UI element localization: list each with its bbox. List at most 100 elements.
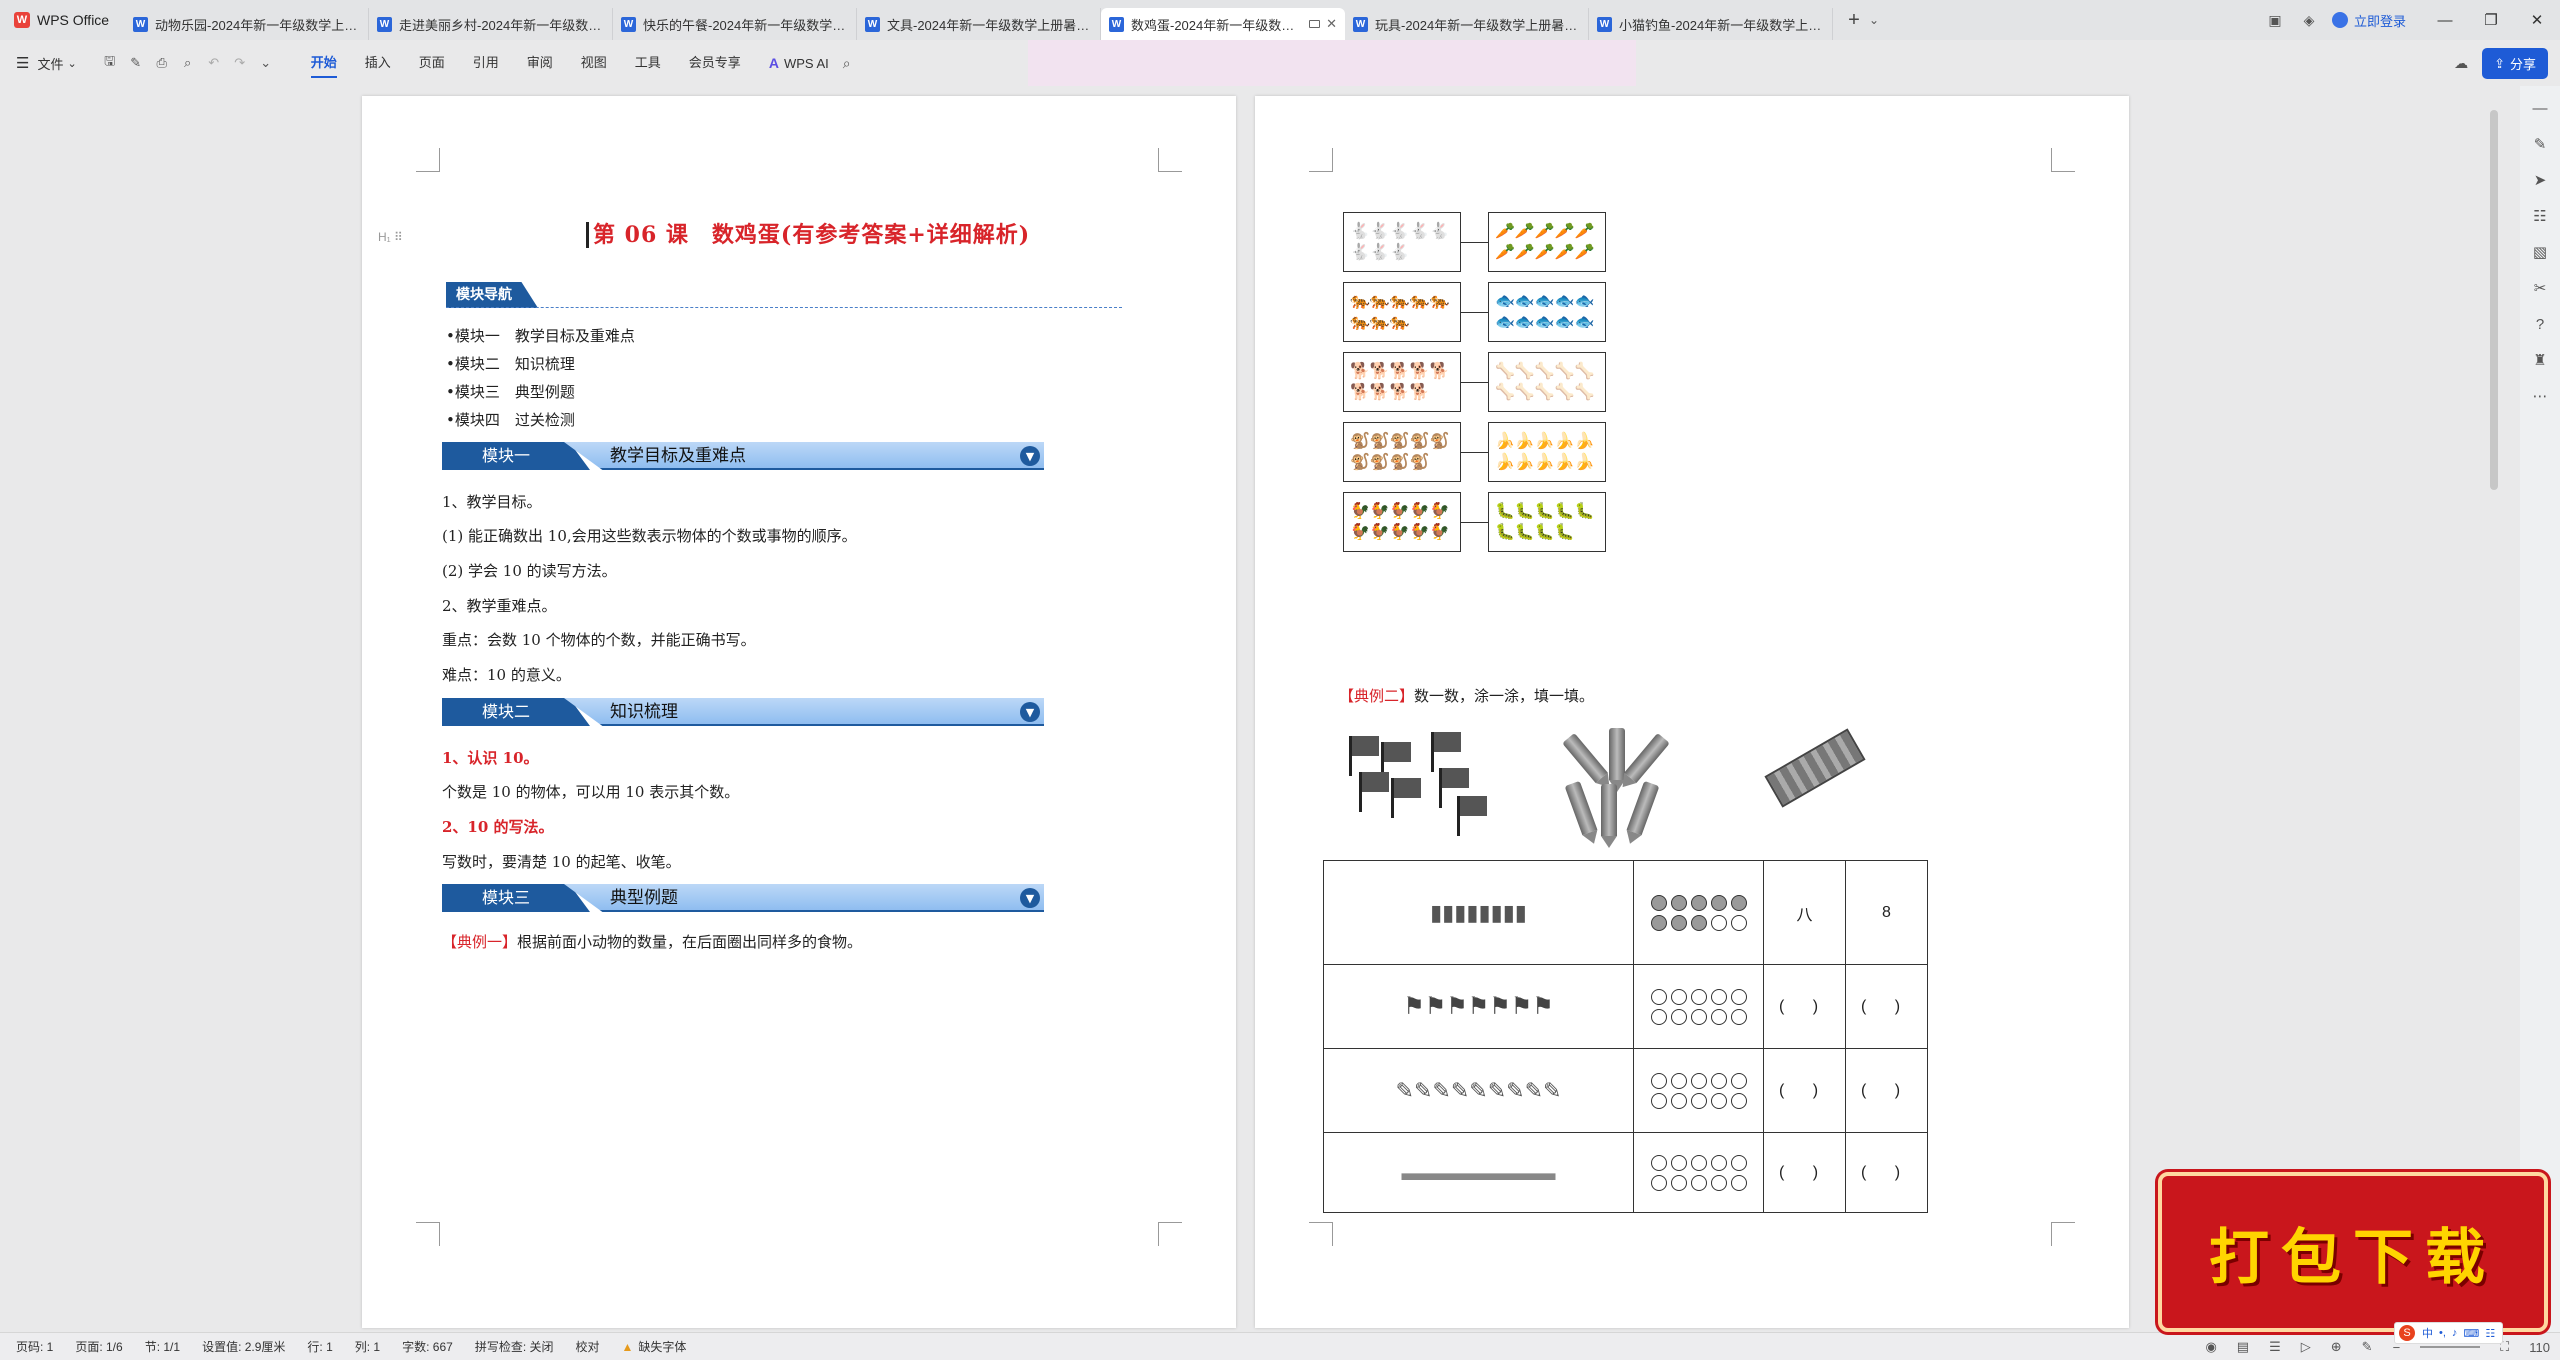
- document-area[interactable]: H₁ ⠿ 第 06 课 数鸡蛋(有参考答案+详细解析) 模块导航 •模块一 教学…: [0, 86, 2484, 1332]
- close-window-icon[interactable]: ✕: [2514, 0, 2560, 40]
- tab-home[interactable]: 开始: [297, 48, 351, 78]
- play-icon[interactable]: ▷: [2301, 1339, 2311, 1355]
- status-setting[interactable]: 设置值: 2.9厘米: [202, 1338, 285, 1355]
- tab-member[interactable]: 会员专享: [675, 48, 755, 78]
- more-icon[interactable]: ⋯: [2527, 378, 2553, 414]
- m1-line: 1、教学目标。: [442, 493, 542, 511]
- status-missing-font[interactable]: 缺失字体: [638, 1338, 686, 1355]
- answer-blank[interactable]: ( ): [1763, 1132, 1846, 1213]
- ime-punct-icon[interactable]: •,: [2439, 1327, 2446, 1339]
- answer-blank[interactable]: ( ): [1763, 964, 1846, 1049]
- status-section[interactable]: 节: 1/1: [145, 1338, 180, 1355]
- help-icon[interactable]: ?: [2527, 306, 2553, 342]
- sliders-icon[interactable]: ☷: [2527, 198, 2553, 234]
- connector: [1461, 242, 1488, 243]
- window-layout-icon[interactable]: ▣: [2262, 7, 2288, 33]
- doc-tab[interactable]: W 玩具-2024年新一年级数学上册暑假自: [1345, 8, 1589, 40]
- dots-cell[interactable]: [1633, 1132, 1764, 1213]
- restore-icon[interactable]: ❐: [2468, 0, 2514, 40]
- monitor-icon[interactable]: [1309, 20, 1321, 28]
- doc-tab-active[interactable]: W 数鸡蛋-2024年新一年级数学上 ✕: [1101, 8, 1345, 40]
- ribbon-tabs: 开始 插入 页面 引用 审阅 视图 工具 会员专享: [297, 48, 755, 78]
- zoom-level[interactable]: 110: [2529, 1340, 2550, 1355]
- pen-mode-icon[interactable]: ✎: [2362, 1339, 2373, 1355]
- tab-references[interactable]: 引用: [459, 48, 513, 78]
- answer-blank[interactable]: ( ): [1845, 964, 1928, 1049]
- tab-tools[interactable]: 工具: [621, 48, 675, 78]
- print-icon[interactable]: ⎙: [150, 55, 174, 71]
- status-page[interactable]: 页面: 1/6: [75, 1338, 122, 1355]
- module-tag: 模块一: [442, 442, 590, 470]
- status-col[interactable]: 列: 1: [355, 1338, 380, 1355]
- table-row: ⚑⚑⚑⚑⚑⚑⚑ ( ) ( ): [1323, 964, 1928, 1049]
- file-menu[interactable]: ☰ 文件 ⌄: [0, 54, 77, 73]
- tab-list-chevron-icon[interactable]: ⌄: [1869, 13, 1879, 27]
- status-row[interactable]: 行: 1: [307, 1338, 332, 1355]
- food-box[interactable]: 🦴🦴🦴🦴🦴🦴🦴🦴🦴🦴: [1488, 352, 1606, 412]
- download-promo-banner[interactable]: 打包下载: [2158, 1172, 2548, 1332]
- search-icon[interactable]: ⌕: [843, 55, 851, 72]
- vertical-scrollbar[interactable]: [2490, 110, 2498, 490]
- page-view-icon[interactable]: ▤: [2237, 1339, 2249, 1355]
- edit-icon[interactable]: ✎: [124, 55, 148, 71]
- collapse-dash-icon[interactable]: —: [2527, 90, 2553, 126]
- status-page-num[interactable]: 页码: 1: [16, 1338, 53, 1355]
- food-box[interactable]: 🥕🥕🥕🥕🥕🥕🥕🥕🥕🥕: [1488, 212, 1606, 272]
- answer-blank[interactable]: ( ): [1763, 1048, 1846, 1133]
- dots-cell[interactable]: [1633, 1048, 1764, 1133]
- ime-lang[interactable]: 中: [2422, 1325, 2433, 1341]
- doc-tab[interactable]: W 小猫钓鱼-2024年新一年级数学上册暑: [1589, 8, 1833, 40]
- status-words[interactable]: 字数: 667: [402, 1338, 453, 1355]
- status-proof[interactable]: 校对: [575, 1338, 599, 1355]
- print-preview-icon[interactable]: ⌕: [176, 55, 200, 71]
- doc-tab[interactable]: W 走进美丽乡村-2024年新一年级数学上: [369, 8, 613, 40]
- dots-cell[interactable]: [1633, 860, 1764, 965]
- wps-ai-button[interactable]: A WPS AI: [769, 55, 829, 71]
- shirt-icon[interactable]: ♜: [2527, 342, 2553, 378]
- login-button[interactable]: 立即登录: [2331, 11, 2406, 30]
- pen-icon[interactable]: ✎: [2527, 126, 2553, 162]
- ime-menu-icon[interactable]: ☷: [2485, 1327, 2495, 1340]
- wps-logo-icon: W: [14, 12, 30, 28]
- globe-icon[interactable]: ⊕: [2331, 1339, 2342, 1355]
- cube-icon[interactable]: ◈: [2296, 7, 2322, 33]
- undo-icon[interactable]: ↶: [202, 55, 226, 71]
- outline-icon[interactable]: ☰: [2269, 1339, 2281, 1355]
- collapse-chevron-icon[interactable]: ▼: [1020, 888, 1040, 908]
- tools-icon[interactable]: ✂: [2527, 270, 2553, 306]
- keyboard-icon[interactable]: ⌨: [2463, 1327, 2479, 1340]
- mic-icon[interactable]: ♪: [2452, 1327, 2458, 1339]
- zoom-slider[interactable]: [2420, 1346, 2481, 1348]
- doc-tab[interactable]: W 文具-2024年新一年级数学上册暑假自: [857, 8, 1101, 40]
- collapse-chevron-icon[interactable]: ▼: [1020, 446, 1040, 466]
- food-box[interactable]: 🍌🍌🍌🍌🍌🍌🍌🍌🍌🍌: [1488, 422, 1606, 482]
- share-button[interactable]: ⇪ 分享: [2482, 48, 2548, 79]
- cursor-icon[interactable]: ➤: [2527, 162, 2553, 198]
- tab-insert[interactable]: 插入: [351, 48, 405, 78]
- tab-review[interactable]: 审阅: [513, 48, 567, 78]
- collapse-chevron-icon[interactable]: ▼: [1020, 702, 1040, 722]
- answer-blank[interactable]: ( ): [1845, 1132, 1928, 1213]
- image-icon[interactable]: ▧: [2527, 234, 2553, 270]
- eye-icon[interactable]: ◉: [2205, 1339, 2216, 1355]
- more-chevron-icon[interactable]: ⌄: [254, 55, 278, 71]
- new-tab-plus-icon[interactable]: +: [1843, 9, 1865, 32]
- avatar: [2331, 12, 2348, 28]
- dots-cell[interactable]: [1633, 964, 1764, 1049]
- answer-blank[interactable]: ( ): [1845, 1048, 1928, 1133]
- close-tab-icon[interactable]: ✕: [1326, 16, 1337, 32]
- doc-tab[interactable]: W 快乐的午餐-2024年新一年级数学上册: [613, 8, 857, 40]
- food-box[interactable]: 🐛🐛🐛🐛🐛🐛🐛🐛🐛: [1488, 492, 1606, 552]
- redo-icon[interactable]: ↷: [228, 55, 252, 71]
- minimize-icon[interactable]: —: [2422, 0, 2468, 40]
- cloud-sync-icon[interactable]: ☁: [2448, 55, 2474, 72]
- save-icon[interactable]: 🖫: [98, 52, 122, 74]
- tab-page[interactable]: 页面: [405, 48, 459, 78]
- wps-office-home[interactable]: W WPS Office: [0, 0, 125, 40]
- ime-toolbar[interactable]: S 中 •, ♪ ⌨ ☷: [2394, 1322, 2504, 1344]
- tab-view[interactable]: 视图: [567, 48, 621, 78]
- food-box[interactable]: 🐟🐟🐟🐟🐟🐟🐟🐟🐟🐟: [1488, 282, 1606, 342]
- doc-tab[interactable]: W 动物乐园-2024年新一年级数学上册暑: [125, 8, 369, 40]
- status-spell[interactable]: 拼写检查: 关闭: [475, 1338, 554, 1355]
- heading-handle-icon[interactable]: H₁ ⠿: [378, 230, 403, 244]
